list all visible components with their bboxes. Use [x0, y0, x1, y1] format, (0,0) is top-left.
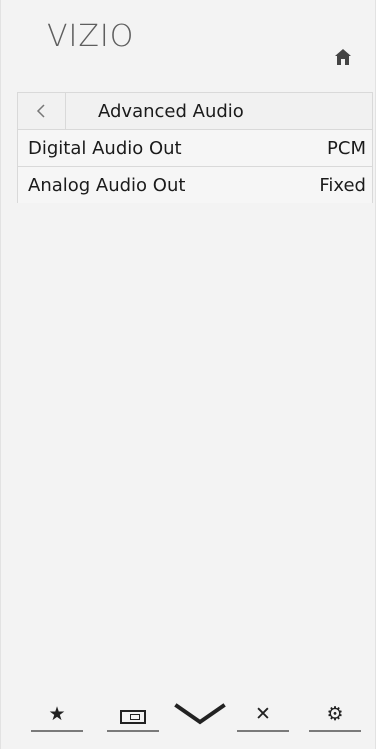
vizio-logo: VIZIO	[47, 19, 135, 54]
back-arrow-icon	[36, 104, 45, 118]
menu-item-label: Analog Audio Out	[28, 174, 186, 196]
toolbar-underline	[31, 730, 83, 732]
input-button[interactable]	[107, 700, 159, 736]
input-icon	[120, 710, 146, 724]
vizio-button[interactable]	[174, 700, 226, 736]
toolbar-underline	[309, 730, 361, 732]
vizio-v-icon	[174, 703, 226, 725]
gear-icon: ⚙	[326, 703, 344, 725]
exit-button[interactable]: ✕	[237, 700, 289, 736]
settings-button[interactable]: ⚙	[309, 700, 361, 736]
menu-header: Advanced Audio	[18, 93, 372, 130]
menu-item-label: Digital Audio Out	[28, 137, 182, 159]
settings-menu: Advanced Audio Digital Audio Out PCM Ana…	[17, 92, 373, 204]
back-button[interactable]	[18, 93, 66, 129]
vizio-settings-screen: VIZIO Advanced Audio Digital Audio Out P…	[0, 0, 376, 749]
menu-item-value: Fixed	[319, 174, 366, 196]
menu-item-digital-audio-out[interactable]: Digital Audio Out PCM	[18, 130, 372, 167]
menu-item-value: PCM	[327, 137, 366, 159]
bottom-toolbar: ★ ✕ ⚙	[31, 700, 371, 736]
home-icon[interactable]	[334, 48, 352, 66]
close-icon: ✕	[255, 703, 271, 725]
toolbar-underline	[237, 730, 289, 732]
menu-content-area	[17, 203, 373, 733]
page-title: Advanced Audio	[98, 100, 244, 122]
menu-item-analog-audio-out[interactable]: Analog Audio Out Fixed	[18, 167, 372, 204]
star-icon: ★	[48, 703, 66, 725]
toolbar-underline	[107, 730, 159, 732]
favorites-button[interactable]: ★	[31, 700, 83, 736]
